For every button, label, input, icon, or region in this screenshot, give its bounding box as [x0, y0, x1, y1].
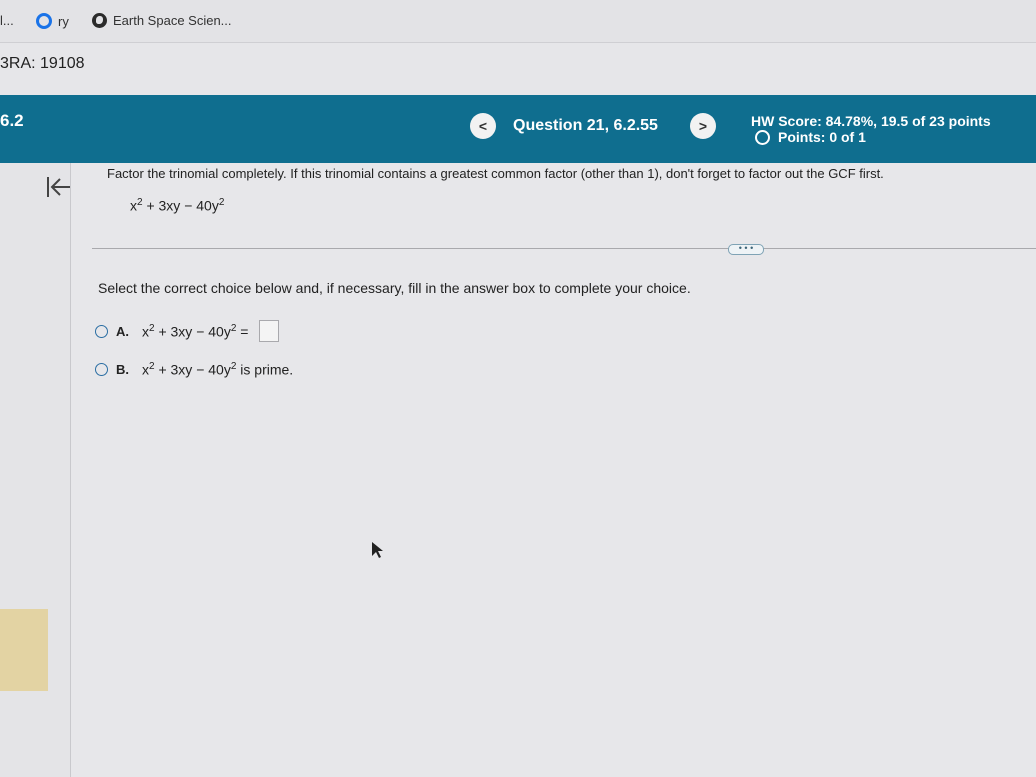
more-button[interactable]: • • •: [728, 244, 764, 255]
question-header: 6.2 < Question 21, 6.2.55 > HW Score: 84…: [0, 95, 1036, 163]
radio-button-b[interactable]: [95, 362, 108, 376]
expr-exponent: 2: [218, 197, 225, 208]
expr-rest: + 3xy − 40y: [154, 361, 231, 378]
points-label: Points: 0 of 1: [778, 129, 866, 145]
course-title: 3RA: 19108: [0, 55, 85, 72]
bookmark-earth-space-science[interactable]: Earth Space Scien...: [92, 13, 232, 28]
equals-sign: =: [236, 323, 249, 340]
choice-a-expression: x2 + 3xy − 40y2 =: [142, 323, 248, 340]
bookmark-item-2[interactable]: ry: [36, 13, 69, 29]
choice-a[interactable]: A. x2 + 3xy − 40y2 =: [95, 320, 280, 342]
expr-rest: + 3xy − 40y: [142, 197, 219, 214]
circle-logo-icon: [36, 13, 52, 29]
collapse-left-icon[interactable]: [46, 175, 72, 199]
answer-input-box[interactable]: [259, 320, 280, 342]
next-question-button[interactable]: >: [690, 113, 716, 139]
globe-icon: [92, 13, 107, 28]
mouse-cursor-icon: [372, 542, 383, 558]
question-content: Factor the trinomial completely. If this…: [0, 163, 1036, 777]
incomplete-circle-icon: [755, 129, 770, 145]
chevron-left-icon: <: [478, 118, 488, 134]
expr-term-x: x: [142, 323, 149, 340]
expr-rest: + 3xy − 40y: [154, 323, 231, 340]
choice-letter: A.: [116, 323, 129, 339]
bookmarks-bar: l... ry Earth Space Scien...: [0, 0, 1036, 43]
bookmark-label-2: ry: [58, 13, 69, 29]
chevron-right-icon: >: [698, 118, 708, 134]
choice-b[interactable]: B. x2 + 3xy − 40y2 is prime.: [95, 361, 293, 378]
hw-score: HW Score: 84.78%, 19.5 of 23 points: [751, 113, 991, 129]
question-label: Question 21, 6.2.55: [513, 117, 658, 134]
is-prime-label: is prime.: [236, 361, 294, 378]
trinomial-expression: x2 + 3xy − 40y2: [130, 197, 224, 214]
points-status: Points: 0 of 1: [755, 129, 866, 145]
expr-term-x: x: [130, 197, 137, 214]
bookmark-item-1[interactable]: l...: [0, 13, 14, 28]
bookmark-label-3: Earth Space Scien...: [113, 13, 232, 28]
previous-question-button[interactable]: <: [470, 113, 496, 139]
choice-b-expression: x2 + 3xy − 40y2 is prime.: [142, 361, 293, 378]
course-bar: 3RA: 19108: [0, 43, 1036, 95]
left-rail: [0, 163, 71, 777]
question-instruction: Factor the trinomial completely. If this…: [107, 166, 884, 181]
bookmark-label-1: l...: [0, 13, 14, 28]
expr-term-x: x: [142, 361, 149, 378]
choice-letter: B.: [116, 361, 129, 377]
radio-button-a[interactable]: [95, 324, 108, 338]
select-prompt: Select the correct choice below and, if …: [98, 280, 691, 296]
divider: [92, 248, 1036, 249]
rail-tab[interactable]: [0, 609, 48, 691]
section-number: 6.2: [0, 111, 24, 130]
